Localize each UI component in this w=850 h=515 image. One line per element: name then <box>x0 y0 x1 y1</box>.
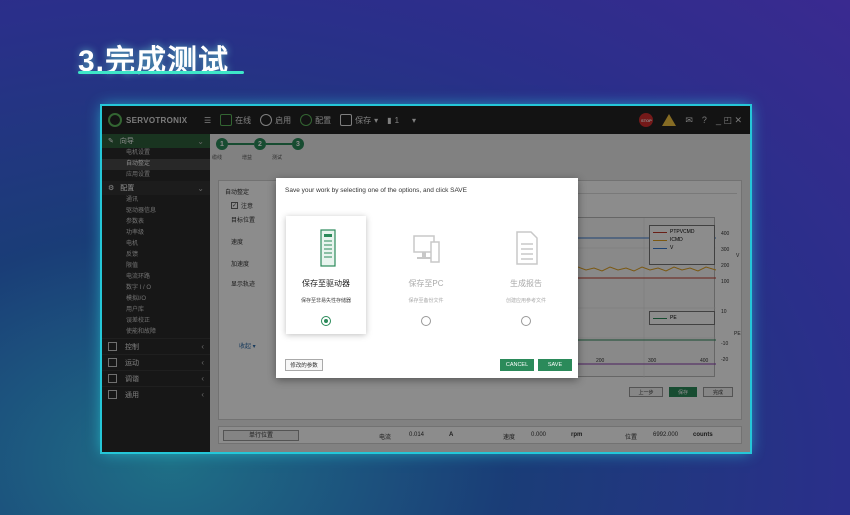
computer-icon-svg <box>413 235 440 263</box>
option-radio[interactable] <box>521 316 531 326</box>
title-underline <box>78 71 244 74</box>
option-name: 生成报告 <box>510 279 542 288</box>
option-save-to-pc[interactable]: 保存至PC 保存至备份文件 <box>386 216 466 334</box>
option-name: 保存至驱动器 <box>302 279 350 288</box>
report-icon-svg <box>516 231 538 265</box>
report-icon <box>511 228 541 268</box>
option-name: 保存至PC <box>408 279 444 288</box>
computer-icon <box>411 228 441 268</box>
option-desc: 保存至备份文件 <box>408 298 444 304</box>
dialog-title: Save your work by selecting one of the o… <box>285 187 467 194</box>
option-desc: 保存至非易失性存储器 <box>300 298 351 304</box>
option-generate-report[interactable]: 生成报告 创建应用参考文件 <box>486 216 566 334</box>
drive-icon-svg <box>320 229 336 267</box>
option-radio-selected[interactable] <box>321 316 331 326</box>
drive-icon <box>311 228 341 268</box>
option-desc: 创建应用参考文件 <box>505 298 546 304</box>
dialog-save-button[interactable]: SAVE <box>538 359 572 371</box>
cancel-button[interactable]: CANCEL <box>500 359 534 371</box>
save-dialog: Save your work by selecting one of the o… <box>276 178 578 378</box>
app-window: SERVOTRONIX ☰ 在线 启用 配置 保存 ▾ ▮ 1 ▾ STOP ✉ <box>102 106 750 452</box>
option-save-to-drive[interactable]: 保存至驱动器 保存至非易失性存储器 <box>286 216 366 334</box>
modified-params-button[interactable]: 修改的参数 <box>285 359 323 371</box>
option-radio[interactable] <box>421 316 431 326</box>
